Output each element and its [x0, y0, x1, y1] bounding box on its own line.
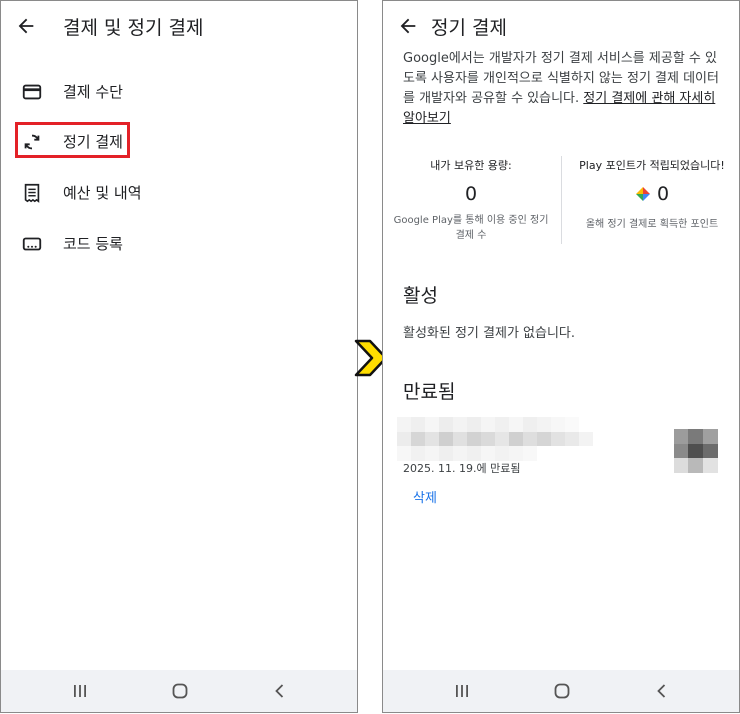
back-arrow-icon[interactable]: [397, 15, 419, 37]
home-icon[interactable]: [542, 670, 582, 712]
menu-label: 결제 수단: [63, 83, 123, 101]
divider: [561, 156, 562, 244]
back-icon[interactable]: [642, 670, 682, 712]
play-points-icon: [635, 187, 650, 201]
recent-apps-icon[interactable]: [442, 670, 482, 712]
app-icon-redacted: [674, 429, 718, 477]
active-empty-text: 활성화된 정기 결제가 없습니다.: [403, 326, 576, 341]
stat-title: Play 포인트가 적립되었습니다!: [579, 159, 725, 172]
redeem-code-icon: [22, 237, 42, 251]
menu-item-redeem-code[interactable]: 코드 등록: [1, 221, 357, 265]
recent-apps-icon[interactable]: [60, 670, 100, 712]
stat-value: 0: [464, 183, 478, 205]
menu-item-payment-methods[interactable]: 결제 수단: [1, 69, 357, 113]
stat-subtitle: 올해 정기 결제로 획득한 포인트: [585, 219, 719, 230]
credit-card-icon: [22, 84, 42, 100]
receipt-icon: [24, 183, 40, 203]
page-title: 결제 및 정기 결제: [63, 17, 204, 39]
expiry-date-text: 2025. 11. 19.에 만료됨: [403, 462, 521, 475]
owned-subscriptions-stat: 내가 보유한 용량: 0 Google Play를 통해 이용 중인 정기 결제…: [386, 157, 556, 243]
back-icon[interactable]: [260, 670, 300, 712]
subscription-name-redacted: [397, 417, 593, 465]
highlight-box: [15, 122, 130, 158]
active-section-title: 활성: [403, 285, 438, 307]
left-screen: 결제 및 정기 결제 결제 수단 정기 결제 예산 및 내역 코드 등록: [0, 0, 358, 713]
stat-title: 내가 보유한 용량:: [430, 159, 512, 172]
delete-button[interactable]: 삭제: [413, 487, 437, 506]
menu-item-budget-history[interactable]: 예산 및 내역: [1, 170, 357, 214]
right-screen: 정기 결제 Google에서는 개발자가 정기 결제 서비스를 제공할 수 있도…: [382, 0, 740, 713]
expired-section-title: 만료됨: [403, 381, 456, 403]
stat-value-row: 0: [567, 183, 737, 205]
play-points-stat: Play 포인트가 적립되었습니다! 0 올해 정기 결제로 획득한 포인트: [567, 157, 737, 232]
stat-subtitle: Google Play를 통해 이용 중인 정기 결제 수: [393, 215, 549, 241]
home-icon[interactable]: [160, 670, 200, 712]
app-bar: 정기 결제: [383, 1, 739, 51]
system-nav-bar: [1, 670, 357, 712]
page-title: 정기 결제: [431, 17, 507, 39]
description-text: Google에서는 개발자가 정기 결제 서비스를 제공할 수 있도록 사용자를…: [403, 49, 721, 129]
app-bar: 결제 및 정기 결제: [1, 1, 357, 51]
menu-label: 코드 등록: [63, 235, 123, 253]
back-arrow-icon[interactable]: [15, 15, 37, 37]
stat-value: 0: [656, 183, 670, 205]
menu-label: 예산 및 내역: [63, 184, 142, 202]
system-nav-bar: [383, 670, 739, 712]
